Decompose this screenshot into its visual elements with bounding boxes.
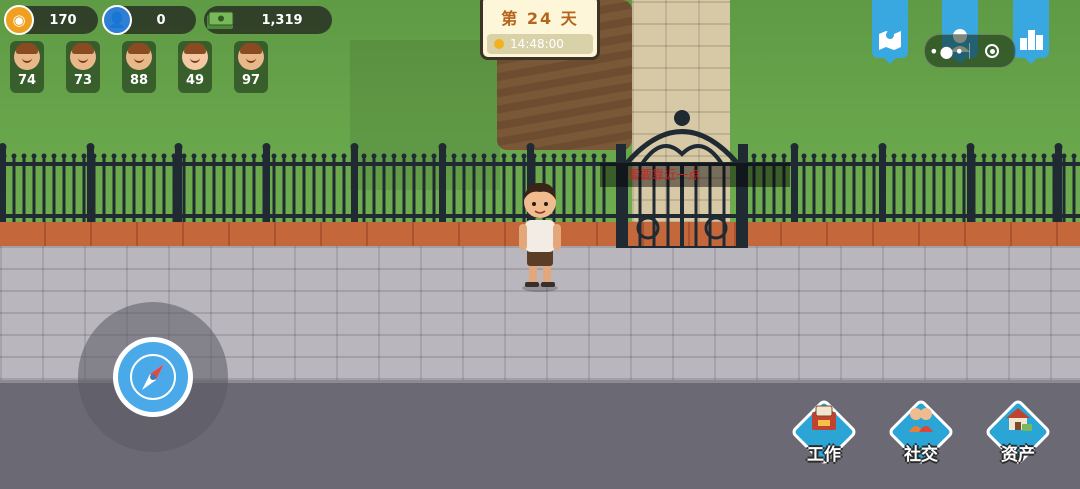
coin-icon: ◉ bbox=[4, 5, 34, 35]
social-label: 社交 bbox=[904, 445, 938, 465]
more-menu-button[interactable]: •●• bbox=[925, 42, 969, 61]
joystick-knob[interactable] bbox=[113, 337, 193, 417]
coins-value: 170 bbox=[49, 12, 77, 28]
stat-health[interactable]: 49 bbox=[178, 41, 212, 93]
stat-value: 88 bbox=[129, 73, 149, 88]
cash-counter[interactable]: 1,319 bbox=[204, 6, 332, 34]
fans-value: 0 bbox=[156, 12, 166, 28]
assets-label: 资产 bbox=[1001, 445, 1035, 465]
stat-value: 49 bbox=[185, 73, 205, 88]
cash-stack-icon bbox=[202, 5, 238, 35]
work-button[interactable]: 工作 bbox=[788, 398, 860, 470]
stat-value: 97 bbox=[241, 73, 261, 88]
cheerful-face-icon bbox=[238, 43, 264, 70]
stat-charm[interactable]: 97 bbox=[234, 41, 268, 93]
sun-icon bbox=[494, 39, 504, 49]
social-icon bbox=[909, 408, 933, 432]
stat-mood[interactable]: 88 bbox=[122, 41, 156, 93]
day-panel: 第 24 天 14:48:00 bbox=[480, 0, 600, 60]
work-label: 工作 bbox=[807, 445, 841, 465]
fans-counter[interactable]: 👤 0 bbox=[102, 5, 196, 35]
social-button[interactable]: 社交 bbox=[885, 398, 957, 470]
stat-energy[interactable]: 73 bbox=[66, 41, 100, 93]
cash-value: 1,319 bbox=[261, 12, 303, 28]
ranking-button[interactable] bbox=[1013, 0, 1049, 58]
game-clock: 14:48:00 bbox=[487, 34, 593, 54]
map-icon bbox=[879, 31, 901, 50]
assets-icon bbox=[1006, 408, 1032, 431]
gate-hint-text: 需要靠近一点 bbox=[600, 163, 790, 187]
compass-icon bbox=[118, 342, 188, 412]
close-circle-icon bbox=[985, 44, 999, 58]
ranking-icon bbox=[1020, 30, 1043, 50]
hungry-face-icon bbox=[14, 43, 40, 70]
clock-time: 14:48:00 bbox=[510, 37, 564, 51]
work-icon bbox=[812, 405, 836, 430]
tired-face-icon bbox=[70, 43, 96, 70]
player-character bbox=[519, 182, 561, 292]
map-button[interactable] bbox=[872, 0, 908, 58]
happy-face-icon bbox=[126, 43, 152, 70]
stat-value: 73 bbox=[73, 73, 93, 88]
close-program-button[interactable] bbox=[970, 44, 1014, 58]
stat-value: 74 bbox=[17, 73, 37, 88]
calm-face-icon bbox=[182, 43, 208, 70]
assets-button[interactable]: 资产 bbox=[982, 398, 1054, 470]
coins-counter[interactable]: ◉ 170 bbox=[4, 5, 98, 35]
user-icon: 👤 bbox=[102, 5, 132, 35]
day-counter: 第 24 天 bbox=[501, 9, 579, 28]
stat-hunger[interactable]: 74 bbox=[10, 41, 44, 93]
mini-program-capsule: •●• bbox=[924, 34, 1016, 68]
